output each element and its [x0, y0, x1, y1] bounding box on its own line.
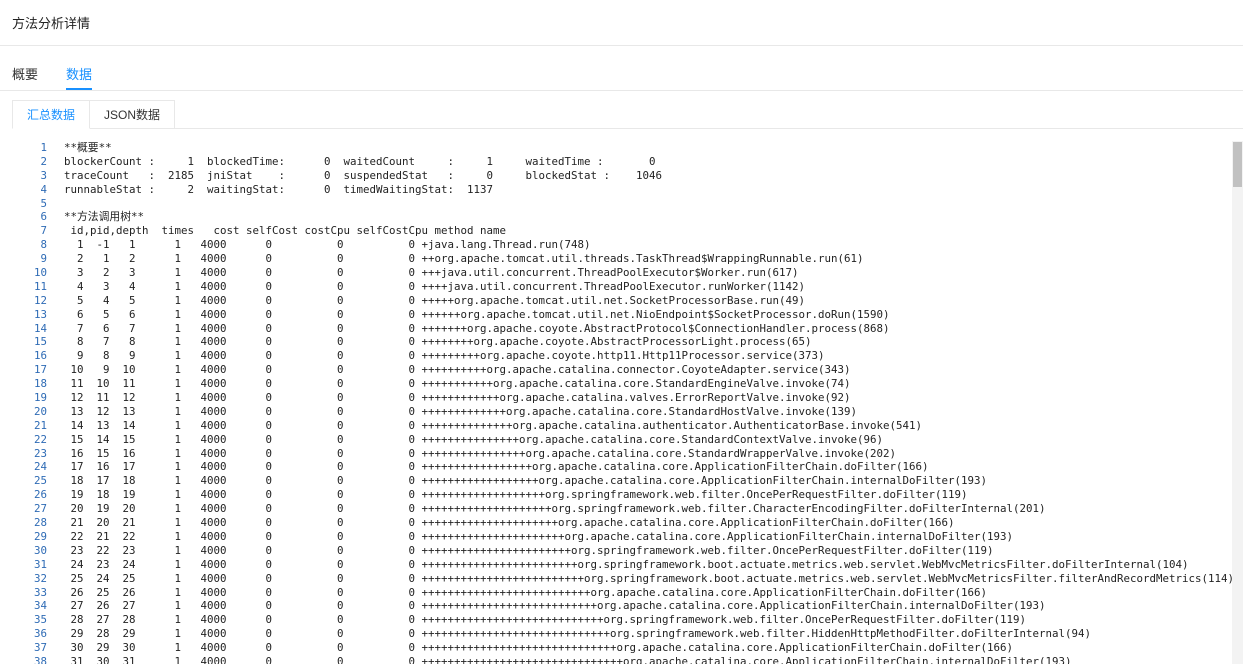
tab-data[interactable]: 数据	[66, 46, 93, 90]
code-line: 16 15 16 1 4000 0 0 0 ++++++++++++++++or…	[64, 446, 897, 460]
line-number: 38	[33, 654, 47, 664]
line-number: 22	[33, 432, 47, 446]
page-header: 方法分析详情	[0, 0, 1243, 46]
line-number: 17	[33, 363, 47, 377]
code-line: id,pid,depth times cost selfCost costCpu…	[64, 224, 507, 238]
line-number: 1	[40, 141, 47, 154]
line-number: 11	[33, 279, 47, 293]
line-number: 8	[40, 238, 47, 252]
code-line: 18 17 18 1 4000 0 0 0 ++++++++++++++++++…	[64, 474, 988, 488]
code-line: 5 4 5 1 4000 0 0 0 +++++org.apache.tomca…	[64, 293, 806, 307]
code-line: 26 25 26 1 4000 0 0 0 ++++++++++++++++++…	[64, 585, 988, 599]
line-number: 3	[40, 168, 47, 182]
tab-overview[interactable]: 概要	[12, 46, 38, 90]
line-number: 5	[40, 196, 47, 210]
code-line: **方法调用树**	[64, 210, 144, 224]
code-line: 27 26 27 1 4000 0 0 0 ++++++++++++++++++…	[64, 599, 1046, 613]
line-number: 23	[33, 446, 47, 460]
line-number: 35	[33, 613, 47, 627]
code-line: 7 6 7 1 4000 0 0 0 +++++++org.apache.coy…	[64, 321, 890, 335]
code-line: 24 23 24 1 4000 0 0 0 ++++++++++++++++++…	[64, 557, 1189, 571]
code-line: 12 11 12 1 4000 0 0 0 ++++++++++++org.ap…	[64, 391, 851, 405]
line-number: 12	[33, 293, 47, 307]
subtab-divider	[12, 128, 1243, 129]
code-line: 29 28 29 1 4000 0 0 0 ++++++++++++++++++…	[64, 627, 1092, 641]
code-line: 19 18 19 1 4000 0 0 0 ++++++++++++++++++…	[64, 488, 968, 502]
code-viewer[interactable]: 1 2 3 4 5 6 7 8 9 10 11 12 13 14 15 16 17 18 19 20 21 22 23 24 2…	[27, 141, 1243, 664]
tab-summary-data[interactable]: 汇总数据	[12, 100, 91, 129]
code-line: 9 8 9 1 4000 0 0 0 +++++++++org.apache.c…	[64, 349, 825, 363]
code-line: blockerCount : 1 blockedTime: 0 waitedCo…	[64, 154, 656, 168]
code-line: 6 5 6 1 4000 0 0 0 ++++++org.apache.tomc…	[64, 307, 890, 321]
line-number: 33	[33, 585, 47, 599]
code-line: 20 19 20 1 4000 0 0 0 ++++++++++++++++++…	[64, 502, 1046, 516]
code-line: 11 10 11 1 4000 0 0 0 +++++++++++org.apa…	[64, 377, 851, 391]
line-number: 6	[40, 210, 47, 224]
code-line: 2 1 2 1 4000 0 0 0 ++org.apache.tomcat.u…	[64, 252, 864, 266]
line-number: 2	[40, 154, 47, 168]
vertical-scrollbar[interactable]	[1232, 141, 1243, 664]
line-number: 32	[33, 571, 47, 585]
code-lines: **概要** blockerCount : 1 blockedTime: 0 wa…	[64, 141, 1243, 664]
code-line: 14 13 14 1 4000 0 0 0 ++++++++++++++org.…	[64, 418, 923, 432]
line-number: 7	[40, 224, 47, 238]
line-number: 13	[33, 307, 47, 321]
line-number: 10	[33, 266, 47, 280]
code-line: 30 29 30 1 4000 0 0 0 ++++++++++++++++++…	[64, 641, 1014, 655]
line-number: 34	[33, 599, 47, 613]
code-line: 1 -1 1 1 4000 0 0 0 +java.lang.Thread.ru…	[64, 238, 591, 252]
code-line: 21 20 21 1 4000 0 0 0 ++++++++++++++++++…	[64, 516, 955, 530]
line-number: 36	[33, 627, 47, 641]
code-line: 15 14 15 1 4000 0 0 0 +++++++++++++++org…	[64, 432, 884, 446]
line-number: 19	[33, 391, 47, 405]
line-number: 4	[40, 182, 47, 196]
page-title: 方法分析详情	[12, 16, 91, 31]
code-line: **概要**	[64, 141, 112, 154]
code-line: 8 7 8 1 4000 0 0 0 ++++++++org.apache.co…	[64, 335, 812, 349]
line-number-gutter: 1 2 3 4 5 6 7 8 9 10 11 12 13 14 15 16 17 18 19 20 21 22 23 24 2…	[27, 141, 47, 664]
tab-json-data[interactable]: JSON数据	[90, 100, 176, 129]
code-line: 13 12 13 1 4000 0 0 0 +++++++++++++org.a…	[64, 404, 858, 418]
line-number: 30	[33, 543, 47, 557]
code-line: traceCount : 2185 jniStat : 0 suspendedS…	[64, 168, 663, 182]
line-number: 25	[33, 474, 47, 488]
line-number: 31	[33, 557, 47, 571]
line-number: 18	[33, 377, 47, 391]
line-number: 14	[33, 321, 47, 335]
code-line: 4 3 4 1 4000 0 0 0 ++++java.util.concurr…	[64, 279, 806, 293]
line-number: 24	[33, 460, 47, 474]
line-number: 28	[33, 516, 47, 530]
line-number: 27	[33, 502, 47, 516]
line-number: 29	[33, 529, 47, 543]
line-number: 20	[33, 404, 47, 418]
code-line: 22 21 22 1 4000 0 0 0 ++++++++++++++++++…	[64, 529, 1014, 543]
line-number: 37	[33, 641, 47, 655]
code-line: 31 30 31 1 4000 0 0 0 ++++++++++++++++++…	[64, 654, 1072, 664]
code-line: 3 2 3 1 4000 0 0 0 +++java.util.concurre…	[64, 266, 799, 280]
line-number: 21	[33, 418, 47, 432]
sub-tabs: 汇总数据 JSON数据	[12, 100, 176, 129]
code-line: runnableStat : 2 waitingStat: 0 timedWai…	[64, 182, 494, 196]
code-line: 23 22 23 1 4000 0 0 0 ++++++++++++++++++…	[64, 543, 994, 557]
main-tabs: 概要 数据	[0, 46, 1243, 91]
line-number: 16	[33, 349, 47, 363]
line-number: 26	[33, 488, 47, 502]
code-line: 17 16 17 1 4000 0 0 0 +++++++++++++++++o…	[64, 460, 929, 474]
code-line: 25 24 25 1 4000 0 0 0 ++++++++++++++++++…	[64, 571, 1235, 585]
line-number: 9	[40, 252, 47, 266]
line-number: 15	[33, 335, 47, 349]
code-line: 28 27 28 1 4000 0 0 0 ++++++++++++++++++…	[64, 613, 1027, 627]
code-line: 10 9 10 1 4000 0 0 0 ++++++++++org.apach…	[64, 363, 851, 377]
scrollbar-thumb[interactable]	[1233, 142, 1242, 187]
